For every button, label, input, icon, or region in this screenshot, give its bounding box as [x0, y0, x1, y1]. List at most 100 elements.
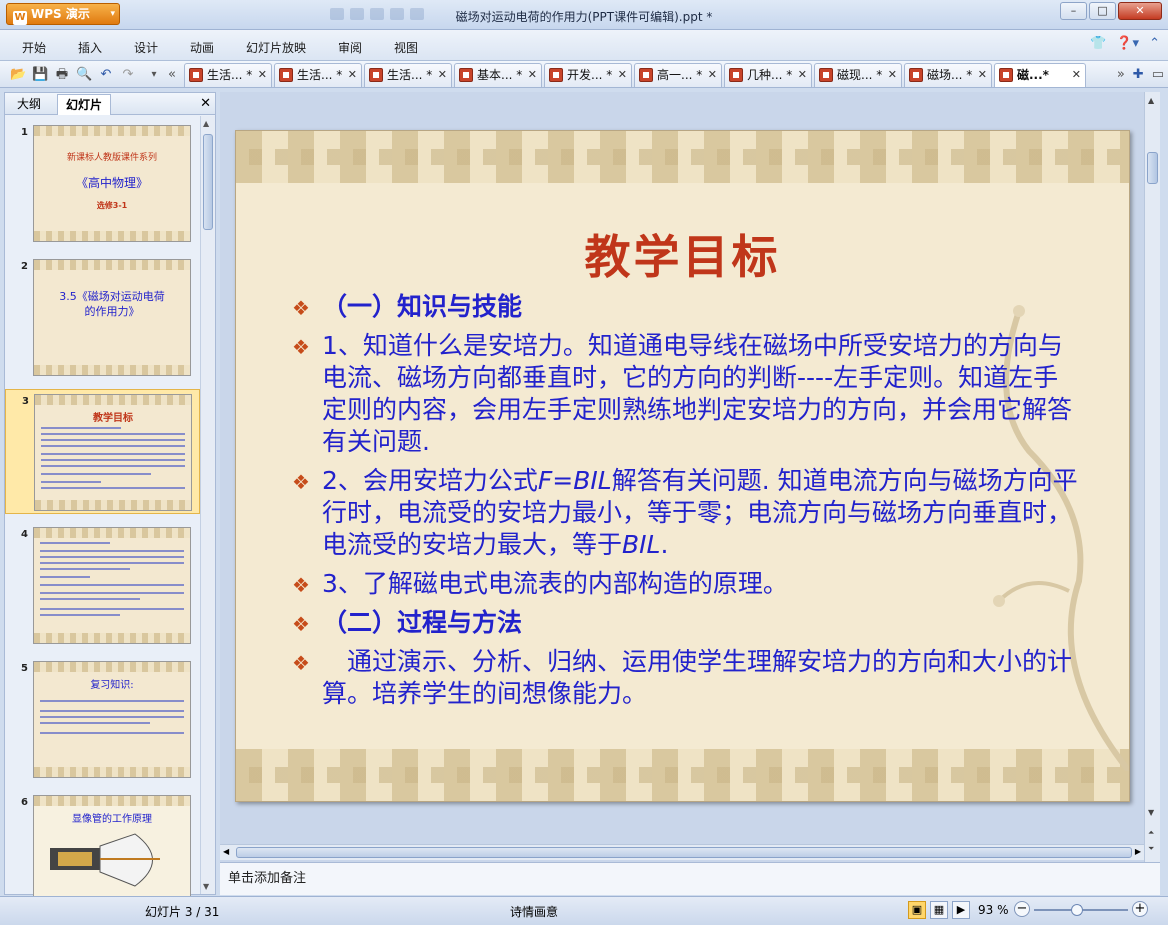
thumbnail-image: 3.5《磁场对运动电荷 的作用力》	[33, 259, 191, 376]
view-buttons: ▣ ▦ ▶	[908, 901, 970, 919]
slide-thumbnail[interactable]: 2 3.5《磁场对运动电荷 的作用力》	[5, 255, 200, 380]
ppt-file-icon	[189, 68, 203, 82]
scroll-down-icon[interactable]: ▼	[203, 882, 209, 891]
zoom-slider-knob[interactable]	[1071, 904, 1084, 916]
redo-icon[interactable]: ↷	[120, 67, 136, 82]
scroll-left-icon[interactable]: ◀	[223, 847, 229, 856]
theme-name: 诗情画意	[510, 905, 559, 919]
menu-design[interactable]: 设计	[134, 39, 158, 56]
thumb-text-line	[40, 608, 184, 610]
doc-tab[interactable]: 基本... * ✕	[454, 63, 542, 87]
doc-tab[interactable]: 开发... * ✕	[544, 63, 632, 87]
slide-thumbnail[interactable]: 5 复习知识:	[5, 657, 200, 782]
notes-pane[interactable]: 单击添加备注	[220, 862, 1160, 895]
close-icon[interactable]: ✕	[200, 96, 211, 111]
close-icon[interactable]: ✕	[1072, 64, 1081, 86]
close-icon[interactable]: ✕	[258, 64, 267, 86]
minimize-ribbon-icon[interactable]: ⌃	[1149, 36, 1160, 51]
open-folder-icon[interactable]: 📂	[10, 67, 26, 82]
scroll-up-icon[interactable]: ▲	[203, 119, 209, 128]
menu-review[interactable]: 审阅	[338, 39, 362, 56]
tab-scroll-left-icon[interactable]: «	[164, 67, 180, 82]
slideshow-icon[interactable]: ▶	[952, 901, 970, 919]
tab-outline[interactable]: 大纲	[9, 94, 49, 115]
new-tab-icon[interactable]: ✚	[1133, 67, 1144, 82]
body-bullet: ❖ 1、知道什么是安培力。知道通电导线在磁场中所受安培力的方向与电流、磁场方向都垂…	[292, 330, 1082, 458]
menu-slideshow[interactable]: 幻灯片放映	[246, 39, 306, 56]
slide-horizontal-scrollbar[interactable]: ◀ ▶	[220, 844, 1144, 860]
ppt-file-icon	[729, 68, 743, 82]
menu-home[interactable]: 开始	[22, 39, 46, 56]
slide-thumbnail[interactable]: 4	[5, 523, 200, 648]
heading-bullet: ❖ （一）知识与技能	[292, 291, 1082, 323]
ppt-file-icon	[819, 68, 833, 82]
scroll-right-icon[interactable]: ▶	[1135, 847, 1141, 856]
close-icon[interactable]: ✕	[798, 64, 807, 86]
menu-animation[interactable]: 动画	[190, 39, 214, 56]
slide-number: 2	[21, 261, 28, 272]
doc-tab[interactable]: 几种... * ✕	[724, 63, 812, 87]
doc-tab[interactable]: 磁场... * ✕	[904, 63, 992, 87]
section-heading: （二）过程与方法	[322, 608, 523, 637]
maximize-button[interactable]: □	[1089, 2, 1116, 20]
close-button[interactable]: ✕	[1118, 2, 1162, 20]
thumb-text-line	[40, 592, 184, 594]
thumb-text-line	[40, 732, 184, 734]
doc-tab[interactable]: 生活... * ✕	[364, 63, 452, 87]
undo-icon[interactable]: ↶	[98, 67, 114, 82]
zoom-out-button[interactable]: −	[1014, 901, 1030, 917]
scrollbar-thumb[interactable]	[203, 134, 213, 230]
slide-sorter-icon[interactable]: ▦	[930, 901, 948, 919]
body-bullet: ❖ 3、了解磁电式电流表的内部构造的原理。	[292, 568, 1082, 600]
bullet-diamond-icon: ❖	[292, 612, 310, 636]
close-icon[interactable]: ✕	[348, 64, 357, 86]
tab-slides[interactable]: 幻灯片	[57, 94, 112, 115]
save-icon[interactable]: 💾	[32, 67, 48, 82]
slide-title: 教学目标	[584, 230, 781, 284]
doc-tab[interactable]: 高一... * ✕	[634, 63, 722, 87]
normal-view-icon[interactable]: ▣	[908, 901, 926, 919]
thumb-text-line	[40, 568, 130, 570]
bullet-diamond-icon: ❖	[292, 573, 310, 597]
customize-dropdown-icon[interactable]: ▾	[146, 67, 162, 82]
slide-thumbnail-selected[interactable]: 3 教学目标	[5, 389, 200, 514]
slide-vertical-scrollbar[interactable]: ▲ ▼ ⏶ ⏷	[1144, 92, 1160, 862]
close-icon[interactable]: ✕	[888, 64, 897, 86]
doc-tab[interactable]: 生活... * ✕	[184, 63, 272, 87]
scrollbar-thumb[interactable]	[1147, 152, 1158, 184]
thumb-text-line	[40, 722, 150, 724]
section-heading: （一）知识与技能	[322, 292, 523, 321]
close-icon[interactable]: ✕	[978, 64, 987, 86]
next-slide-icon[interactable]: ⏷	[1148, 844, 1154, 854]
close-icon[interactable]: ✕	[618, 64, 627, 86]
menu-view[interactable]: 视图	[394, 39, 418, 56]
close-icon[interactable]: ✕	[438, 64, 447, 86]
thumb-text-line	[41, 487, 185, 489]
minimize-button[interactable]: –	[1060, 2, 1087, 20]
print-icon[interactable]: 🖶	[54, 67, 70, 82]
tab-scroll-right-icon[interactable]: »	[1117, 67, 1125, 82]
doc-tab[interactable]: 磁现... * ✕	[814, 63, 902, 87]
slide-thumbnail[interactable]: 1 新课标人教版课件系列 《高中物理》 选修3-1	[5, 121, 200, 246]
close-icon[interactable]: ✕	[708, 64, 717, 86]
panel-scrollbar[interactable]: ▲ ▼	[200, 116, 215, 894]
ppt-file-icon	[369, 68, 383, 82]
scroll-up-icon[interactable]: ▲	[1148, 96, 1154, 105]
bullet-text: 1、知道什么是安培力。知道通电导线在磁场中所受安培力的方向与电流、磁场方向都垂直…	[322, 331, 1073, 456]
thumb-text-line	[41, 481, 101, 483]
status-bar: 幻灯片 3 / 31 诗情画意 ▣ ▦ ▶ 93 % − +	[0, 896, 1168, 925]
zoom-in-button[interactable]: +	[1132, 901, 1148, 917]
skin-icon[interactable]: 👕	[1090, 36, 1106, 51]
help-icon[interactable]: ❓▾	[1116, 36, 1139, 51]
doc-tab[interactable]: 生活... * ✕	[274, 63, 362, 87]
scroll-down-icon[interactable]: ▼	[1148, 808, 1154, 817]
print-preview-icon[interactable]: 🔍	[76, 67, 92, 82]
menu-bar: 开始 插入 设计 动画 幻灯片放映 审阅 视图 👕 ❓▾ ⌃	[0, 30, 1168, 61]
scrollbar-thumb[interactable]	[236, 847, 1132, 858]
close-icon[interactable]: ✕	[528, 64, 537, 86]
doc-tab-active[interactable]: 磁...* ✕	[994, 63, 1086, 87]
current-slide[interactable]: 教学目标 ❖ （一）知识与技能 ❖ 1、知道什么是安培力。知道通电导线在磁场中所受安…	[235, 130, 1130, 802]
tab-list-icon[interactable]: ▭	[1152, 67, 1164, 82]
menu-insert[interactable]: 插入	[78, 39, 102, 56]
previous-slide-icon[interactable]: ⏶	[1148, 828, 1154, 838]
